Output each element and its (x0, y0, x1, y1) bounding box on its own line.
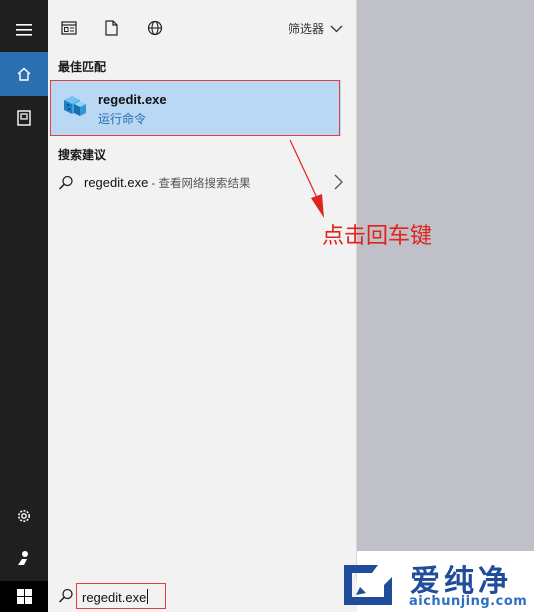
start-button[interactable] (0, 581, 48, 612)
search-input-highlight-box (76, 583, 166, 609)
search-icon (58, 588, 73, 603)
watermark-url: aichunjing.com (409, 594, 528, 609)
annotation-arrow (289, 139, 324, 218)
windows-logo-icon (16, 589, 32, 604)
watermark-logo (344, 563, 392, 605)
annotation-text: 点击回车键 (322, 224, 433, 249)
